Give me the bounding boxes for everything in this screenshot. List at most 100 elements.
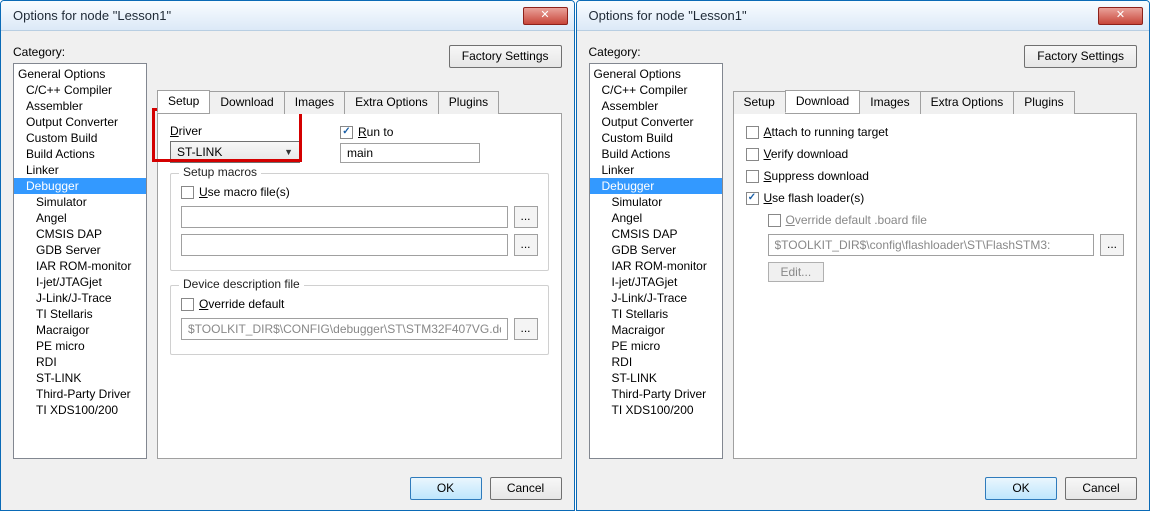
category-item[interactable]: IAR ROM-monitor xyxy=(14,258,146,274)
category-listbox[interactable]: General OptionsC/C++ CompilerAssemblerOu… xyxy=(13,63,147,459)
category-item[interactable]: C/C++ Compiler xyxy=(590,82,722,98)
category-item[interactable]: TI XDS100/200 xyxy=(14,402,146,418)
category-listbox[interactable]: General OptionsC/C++ CompilerAssemblerOu… xyxy=(589,63,723,459)
category-item[interactable]: CMSIS DAP xyxy=(14,226,146,242)
ddf-path-input[interactable] xyxy=(181,318,508,340)
category-item[interactable]: Debugger xyxy=(590,178,722,194)
cancel-button[interactable]: Cancel xyxy=(490,477,562,500)
driver-label: Driver xyxy=(170,124,300,138)
tab-strip: SetupDownloadImagesExtra OptionsPlugins xyxy=(157,90,562,114)
category-item[interactable]: TI Stellaris xyxy=(14,306,146,322)
attach-checkbox[interactable] xyxy=(746,126,759,139)
device-description-group: Device description file Override default… xyxy=(170,285,549,355)
category-item[interactable]: Output Converter xyxy=(590,114,722,130)
verify-checkbox[interactable] xyxy=(746,148,759,161)
tab-download[interactable]: Download xyxy=(209,91,284,114)
category-item[interactable]: Custom Build xyxy=(590,130,722,146)
cancel-button[interactable]: Cancel xyxy=(1065,477,1137,500)
device-desc-legend: Device description file xyxy=(179,277,304,291)
browse-button[interactable]: ... xyxy=(514,206,538,228)
category-item[interactable]: TI XDS100/200 xyxy=(590,402,722,418)
category-item[interactable]: I-jet/JTAGjet xyxy=(590,274,722,290)
category-item[interactable]: CMSIS DAP xyxy=(590,226,722,242)
category-item[interactable]: PE micro xyxy=(14,338,146,354)
suppress-label: Suppress download xyxy=(764,168,869,184)
titlebar: Options for node "Lesson1" ✕ xyxy=(577,1,1150,31)
suppress-checkbox[interactable] xyxy=(746,170,759,183)
tab-download[interactable]: Download xyxy=(785,90,860,113)
use-macro-label: Use macro file(s) xyxy=(199,184,290,200)
override-default-label: Override default xyxy=(199,296,284,312)
run-to-checkbox[interactable] xyxy=(340,126,353,139)
category-item[interactable]: Angel xyxy=(14,210,146,226)
category-item[interactable]: Angel xyxy=(590,210,722,226)
tab-images[interactable]: Images xyxy=(859,91,920,114)
close-button[interactable]: ✕ xyxy=(523,7,568,25)
tab-setup[interactable]: Setup xyxy=(157,90,210,113)
category-item[interactable]: ST-LINK xyxy=(14,370,146,386)
setup-macros-legend: Setup macros xyxy=(179,165,261,179)
tab-setup[interactable]: Setup xyxy=(733,91,786,114)
close-button[interactable]: ✕ xyxy=(1098,7,1143,25)
tab-extra-options[interactable]: Extra Options xyxy=(920,91,1015,114)
category-item[interactable]: IAR ROM-monitor xyxy=(590,258,722,274)
edit-button[interactable]: Edit... xyxy=(768,262,825,282)
options-dialog: Options for node "Lesson1" ✕ Category: G… xyxy=(0,0,575,511)
category-item[interactable]: Simulator xyxy=(590,194,722,210)
category-item[interactable]: Build Actions xyxy=(590,146,722,162)
board-path-input[interactable] xyxy=(768,234,1095,256)
macro-file-2-input[interactable] xyxy=(181,234,508,256)
category-item[interactable]: Build Actions xyxy=(14,146,146,162)
tab-plugins[interactable]: Plugins xyxy=(1013,91,1074,114)
category-item[interactable]: TI Stellaris xyxy=(590,306,722,322)
category-item[interactable]: C/C++ Compiler xyxy=(14,82,146,98)
category-item[interactable]: Linker xyxy=(590,162,722,178)
use-flash-label: Use flash loader(s) xyxy=(764,190,865,206)
tab-images[interactable]: Images xyxy=(284,91,345,114)
category-item[interactable]: Output Converter xyxy=(14,114,146,130)
verify-label: Verify download xyxy=(764,146,849,162)
category-item[interactable]: Macraigor xyxy=(14,322,146,338)
attach-label: Attach to running target xyxy=(764,124,889,140)
use-flash-checkbox[interactable] xyxy=(746,192,759,205)
category-item[interactable]: PE micro xyxy=(590,338,722,354)
category-item[interactable]: Linker xyxy=(14,162,146,178)
category-item[interactable]: ST-LINK xyxy=(590,370,722,386)
override-default-checkbox[interactable] xyxy=(181,298,194,311)
category-item[interactable]: Macraigor xyxy=(590,322,722,338)
tab-extra-options[interactable]: Extra Options xyxy=(344,91,439,114)
category-item[interactable]: Debugger xyxy=(14,178,146,194)
category-item[interactable]: J-Link/J-Trace xyxy=(14,290,146,306)
category-item[interactable]: RDI xyxy=(590,354,722,370)
run-to-input[interactable] xyxy=(340,143,480,163)
use-macro-checkbox[interactable] xyxy=(181,186,194,199)
category-item[interactable]: RDI xyxy=(14,354,146,370)
override-board-checkbox[interactable] xyxy=(768,214,781,227)
browse-button[interactable]: ... xyxy=(514,234,538,256)
category-item[interactable]: Assembler xyxy=(14,98,146,114)
category-item[interactable]: General Options xyxy=(14,66,146,82)
category-item[interactable]: Custom Build xyxy=(14,130,146,146)
factory-settings-button[interactable]: Factory Settings xyxy=(449,45,562,68)
options-dialog: Options for node "Lesson1" ✕ Category: G… xyxy=(576,0,1151,511)
category-item[interactable]: Simulator xyxy=(14,194,146,210)
category-item[interactable]: Third-Party Driver xyxy=(590,386,722,402)
category-item[interactable]: Third-Party Driver xyxy=(14,386,146,402)
tab-plugins[interactable]: Plugins xyxy=(438,91,499,114)
browse-button[interactable]: ... xyxy=(514,318,538,340)
category-item[interactable]: General Options xyxy=(590,66,722,82)
titlebar: Options for node "Lesson1" ✕ xyxy=(1,1,574,31)
driver-value: ST-LINK xyxy=(177,145,222,159)
category-item[interactable]: Assembler xyxy=(590,98,722,114)
factory-settings-button[interactable]: Factory Settings xyxy=(1024,45,1137,68)
macro-file-1-input[interactable] xyxy=(181,206,508,228)
browse-button[interactable]: ... xyxy=(1100,234,1124,256)
category-label: Category: xyxy=(13,45,147,59)
category-item[interactable]: I-jet/JTAGjet xyxy=(14,274,146,290)
ok-button[interactable]: OK xyxy=(985,477,1057,500)
driver-select[interactable]: ST-LINK ▼ xyxy=(170,141,300,163)
category-item[interactable]: GDB Server xyxy=(14,242,146,258)
category-item[interactable]: GDB Server xyxy=(590,242,722,258)
category-item[interactable]: J-Link/J-Trace xyxy=(590,290,722,306)
ok-button[interactable]: OK xyxy=(410,477,482,500)
